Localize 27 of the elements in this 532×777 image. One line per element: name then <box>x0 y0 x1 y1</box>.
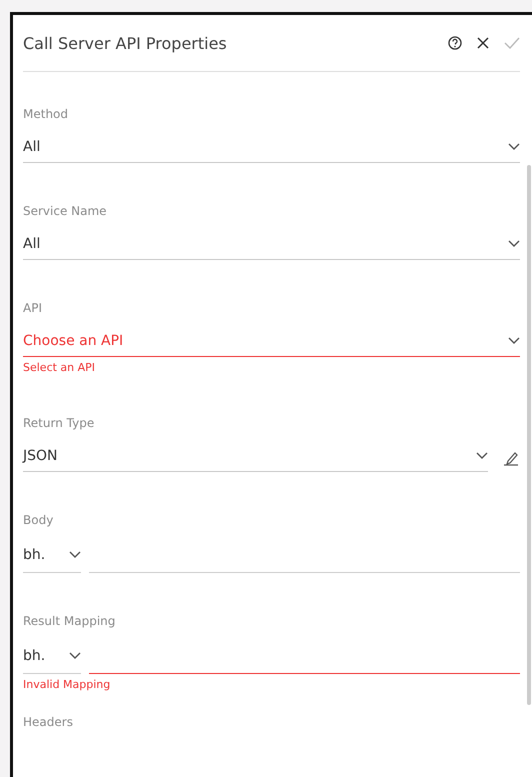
select-field[interactable]: JSON <box>23 441 488 472</box>
help-icon[interactable] <box>448 36 462 50</box>
scrollbar[interactable] <box>527 165 531 705</box>
select-field[interactable]: Choose an API <box>23 326 520 357</box>
select-field[interactable]: All <box>23 132 520 163</box>
field-label: Headers <box>23 714 74 730</box>
close-icon[interactable] <box>476 36 490 50</box>
chevron-icon <box>69 652 81 660</box>
chevron-icon <box>508 143 520 151</box>
field-label: Service Name <box>23 203 108 219</box>
select-field[interactable]: All <box>23 229 520 260</box>
panel-title: Call Server API Properties <box>23 34 228 52</box>
check-icon[interactable] <box>504 37 520 49</box>
field-label: Return Type <box>23 415 96 431</box>
chevron-icon <box>508 337 520 345</box>
error-message: Select an API <box>23 361 96 375</box>
chevron-icon <box>476 452 488 460</box>
field-label: Body <box>23 512 54 528</box>
pencil-icon[interactable] <box>502 450 520 466</box>
error-message: Invalid Mapping <box>23 678 112 692</box>
field-label: API <box>23 300 43 316</box>
field-label: Method <box>23 106 70 122</box>
prefix-select[interactable]: bh. <box>23 538 81 573</box>
field-label: Result Mapping <box>23 613 116 629</box>
chevron-icon <box>69 551 81 559</box>
prefix-select[interactable]: bh. <box>23 639 81 674</box>
chevron-icon <box>508 240 520 248</box>
